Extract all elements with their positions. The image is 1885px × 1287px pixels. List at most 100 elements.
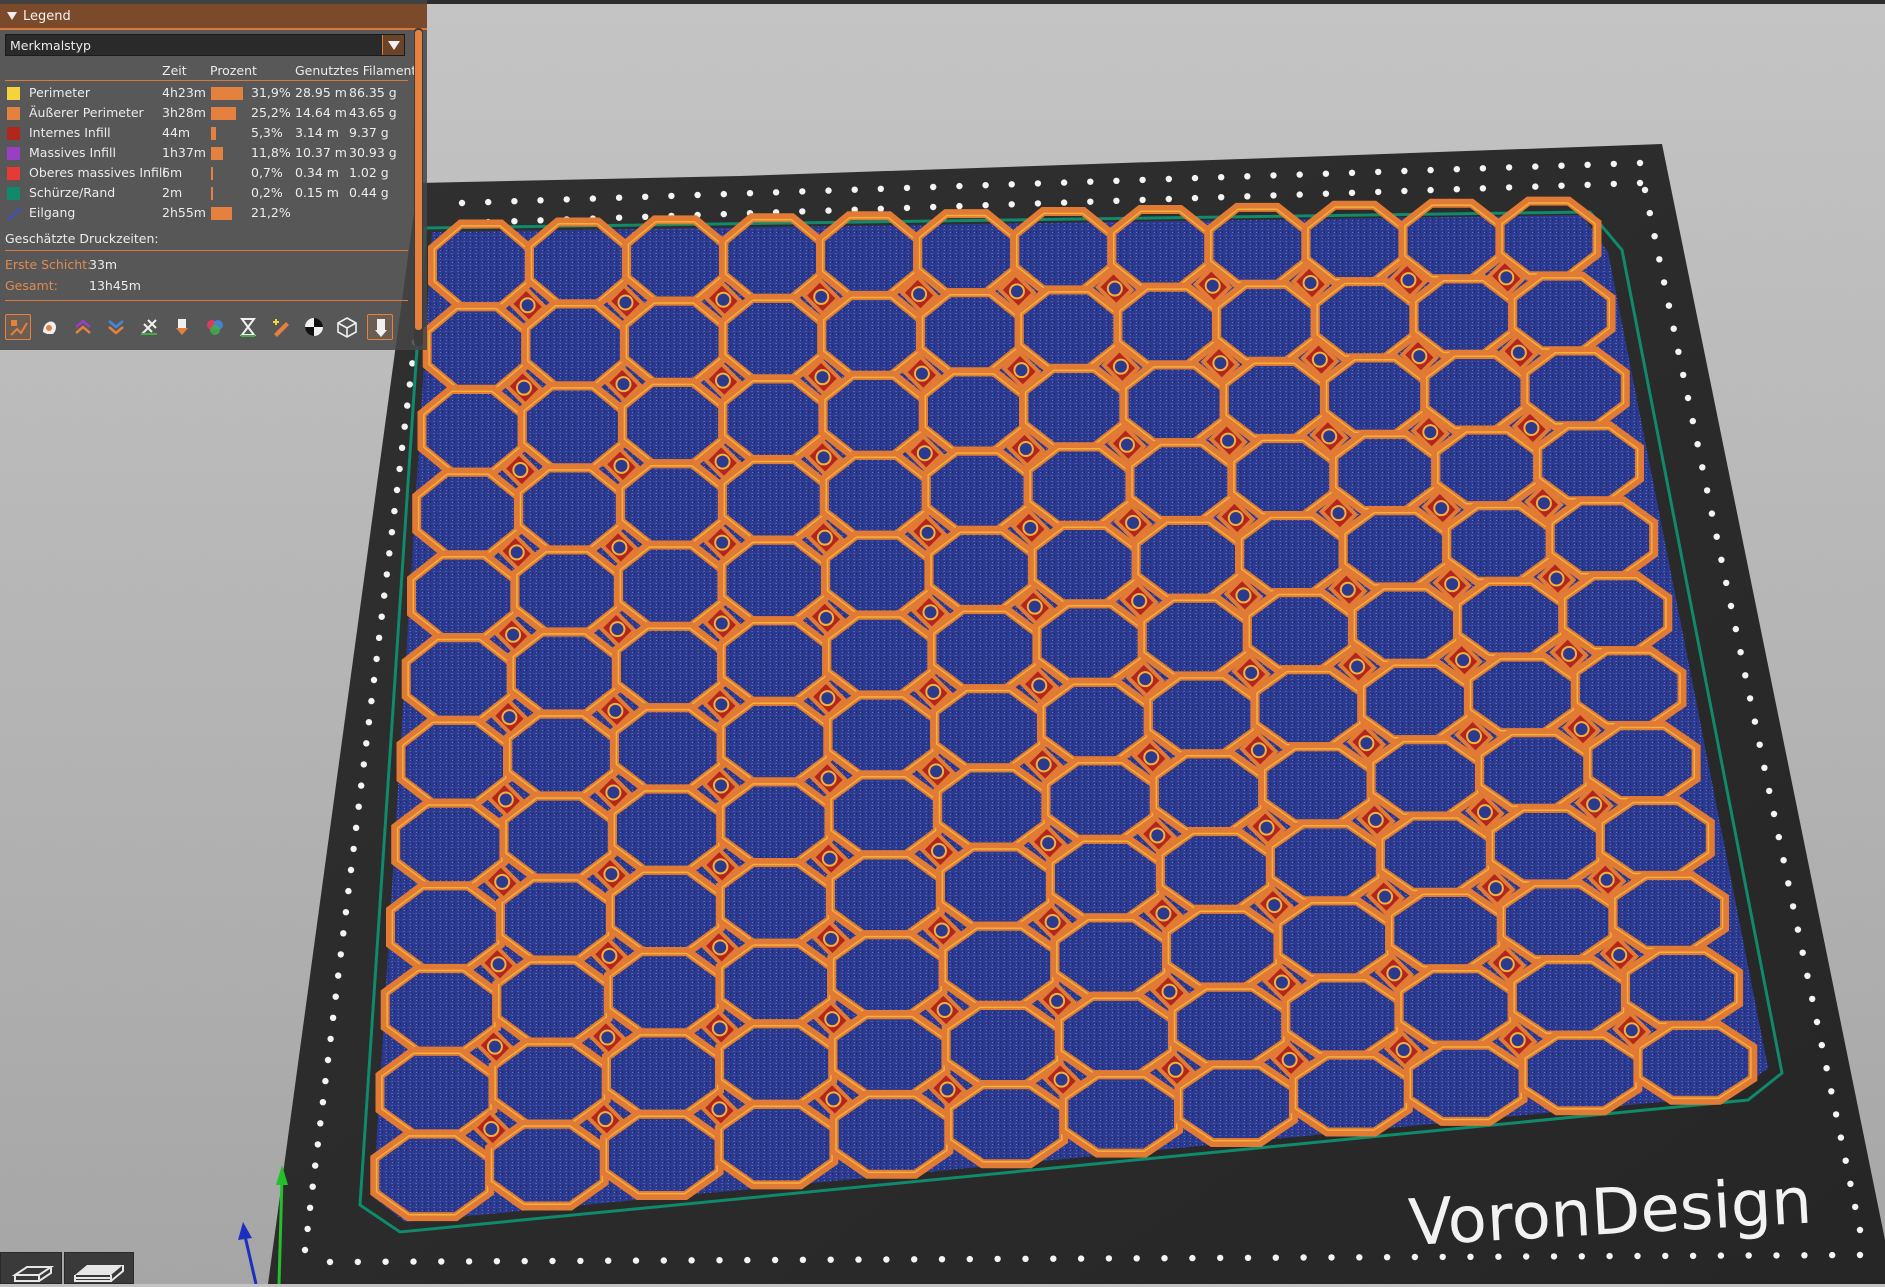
color-changes-icon[interactable] xyxy=(202,314,228,340)
wipe-icon[interactable] xyxy=(37,314,63,340)
legend-row[interactable]: Perimeter 4h23m 31,9% 28.95 m 86.35 g xyxy=(0,84,410,102)
pause-prints-icon[interactable] xyxy=(235,314,261,340)
legend-header[interactable]: Legend xyxy=(0,4,427,30)
bed-hole xyxy=(1375,188,1382,196)
bed-hole xyxy=(877,185,884,192)
view-layers-button[interactable] xyxy=(64,1252,134,1284)
bed-hole xyxy=(1022,1255,1029,1263)
junction-ring xyxy=(1586,796,1603,813)
bed-hole xyxy=(1713,533,1720,540)
column-header-filament: Genutztes Filament xyxy=(295,63,417,78)
view-3d-button[interactable] xyxy=(0,1252,62,1284)
deretractions-icon[interactable] xyxy=(103,314,129,340)
junction-ring xyxy=(512,462,529,479)
junction-ring xyxy=(1487,880,1504,897)
tool-marker-icon[interactable] xyxy=(367,314,393,340)
bed-hole xyxy=(370,676,378,684)
legend-row-percent-bar xyxy=(211,147,223,160)
junction-ring xyxy=(1149,827,1166,844)
junction-ring xyxy=(597,1111,614,1128)
bed-hole xyxy=(319,1099,327,1106)
layers-stack-icon xyxy=(74,1265,124,1282)
bed-hole xyxy=(406,381,413,388)
bed-hole xyxy=(1751,718,1759,725)
junction-ring xyxy=(1455,652,1472,669)
junction-ring xyxy=(1321,428,1338,445)
legend-color-swatch xyxy=(7,147,20,160)
bed-hole xyxy=(911,1256,918,1263)
seams-icon[interactable] xyxy=(136,314,162,340)
bed-hole xyxy=(632,1257,640,1264)
junction-ring xyxy=(916,445,933,462)
bed-hole xyxy=(1689,1252,1697,1260)
legend-row[interactable]: Eilgang 2h55m 21,2% xyxy=(0,204,410,222)
legend-row-percent-bar xyxy=(211,87,243,100)
bed-hole xyxy=(1270,172,1277,179)
junction-ring xyxy=(1035,756,1052,773)
junction-ring xyxy=(1266,897,1283,914)
bed-hole xyxy=(1641,186,1649,194)
bed-hole xyxy=(401,423,408,430)
bed-hole xyxy=(1505,164,1513,171)
retractions-icon[interactable] xyxy=(70,314,96,340)
bed-hole xyxy=(1737,649,1744,656)
legend-row[interactable]: Schürze/Rand 2m 0,2% 0.15 m 0.44 g xyxy=(0,184,410,202)
center-of-gravity-icon[interactable] xyxy=(301,314,327,340)
junction-ring xyxy=(1008,283,1025,300)
bed-hole xyxy=(930,203,937,211)
bed-hole xyxy=(1670,325,1677,332)
legend-row[interactable]: Massives Infill 1h37m 11,8% 10.37 m 30.93 g xyxy=(0,144,410,162)
bed-hole xyxy=(309,1183,316,1190)
bed-hole xyxy=(1034,200,1042,207)
bed-hole xyxy=(352,824,360,831)
bed-hole xyxy=(396,465,403,473)
junction-ring xyxy=(1112,358,1129,375)
junction-ring xyxy=(928,763,945,780)
bed-hole xyxy=(537,197,544,204)
bed-hole xyxy=(1732,625,1740,633)
bed-hole xyxy=(1578,1253,1586,1260)
bed-hole xyxy=(335,972,342,979)
junction-ring xyxy=(599,1029,616,1046)
bed-hole xyxy=(1161,1255,1168,1262)
view-type-select[interactable]: Merkmalstyp xyxy=(5,34,405,56)
shells-icon[interactable] xyxy=(334,314,360,340)
bed-hole xyxy=(1401,167,1408,175)
bed-hole xyxy=(1105,1255,1113,1262)
junction-ring xyxy=(501,709,518,726)
dropdown-arrow-icon[interactable] xyxy=(382,35,404,55)
legend-row-percent-bar xyxy=(211,107,237,120)
bed-hole xyxy=(493,1258,501,1265)
bed-hole xyxy=(1060,179,1068,186)
collapse-triangle-icon[interactable] xyxy=(7,12,17,20)
legend-row[interactable]: Oberes massives Infill 6m 0,7% 0.34 m 1.02 g xyxy=(0,164,410,182)
legend-row-weight: 86.35 g xyxy=(349,85,397,100)
junction-ring xyxy=(613,457,630,474)
junction-ring xyxy=(1444,576,1461,593)
bed-hole xyxy=(799,208,806,215)
junction-ring xyxy=(1367,811,1384,828)
junction-ring xyxy=(1204,277,1221,294)
bed-hole xyxy=(956,202,963,210)
legend-scrollbar-thumb[interactable] xyxy=(415,30,422,330)
bed-hole xyxy=(771,1256,779,1264)
bed-hole xyxy=(363,740,370,747)
bed-hole xyxy=(746,190,754,197)
bed-hole xyxy=(340,930,347,937)
bed-hole xyxy=(877,205,884,212)
legend-row[interactable]: Internes Infill 44m 5,3% 3.14 m 9.37 g xyxy=(0,124,410,142)
travel-icon[interactable] xyxy=(5,314,31,340)
legend-scrollbar[interactable] xyxy=(414,28,423,346)
bed-hole xyxy=(1139,176,1146,184)
tool-changes-icon[interactable] xyxy=(169,314,195,340)
bed-hole xyxy=(378,613,385,620)
column-header-percent: Prozent xyxy=(210,63,257,78)
bed-hole xyxy=(1401,187,1408,195)
bed-hole xyxy=(1296,171,1303,178)
bed-hole xyxy=(360,761,367,768)
bed-hole xyxy=(312,1162,319,1169)
legend-row[interactable]: Äußerer Perimeter 3h28m 25,2% 14.64 m 43.65 … xyxy=(0,104,410,122)
custom-gcodes-icon[interactable] xyxy=(268,314,294,340)
bed-hole xyxy=(404,402,411,409)
junction-ring xyxy=(1250,742,1267,759)
